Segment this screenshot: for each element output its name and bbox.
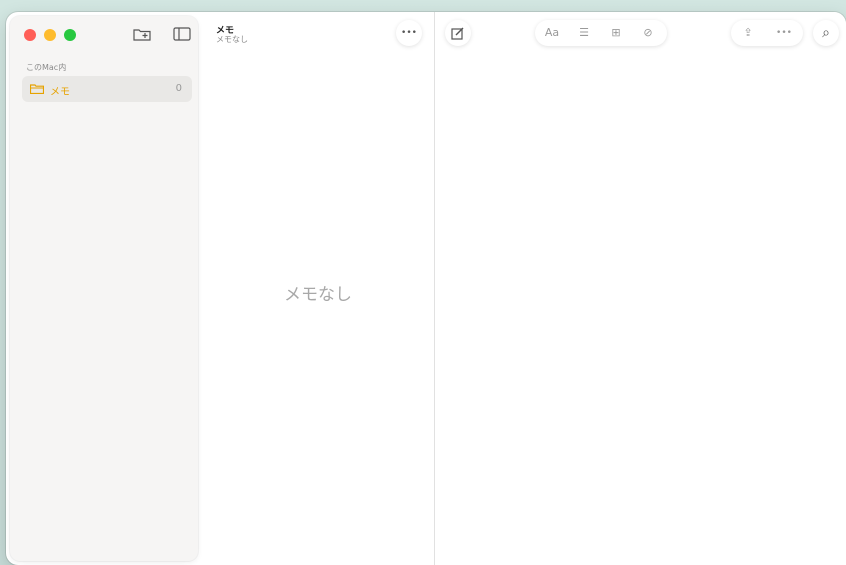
folder-count: 0	[175, 83, 182, 94]
new-folder-icon[interactable]	[132, 27, 152, 43]
empty-state-message: メモなし	[284, 285, 352, 305]
action-toolbar: ⇪ •••	[731, 20, 803, 46]
desktop-background: このMac内 メモ 0 メモ メモなし ••• メモなし Aa ☰ ⊞ ⊘ ⇪ …	[0, 0, 846, 565]
section-label: このMac内	[26, 63, 67, 72]
sidebar-toggle-icon[interactable]	[172, 27, 192, 43]
notes-window: このMac内 メモ 0 メモ メモなし ••• メモなし Aa ☰ ⊞ ⊘ ⇪ …	[6, 12, 846, 565]
more-icon[interactable]: •••	[775, 25, 793, 41]
search-button[interactable]: ⌕	[813, 20, 839, 46]
folder-icon	[30, 84, 44, 94]
zoom-window-button[interactable]	[64, 29, 76, 41]
checklist-icon[interactable]: ☰	[575, 25, 593, 41]
minimize-window-button[interactable]	[44, 29, 56, 41]
folder-item-notes[interactable]: メモ 0	[22, 76, 192, 102]
note-list-subtitle: メモなし	[216, 35, 248, 44]
table-icon[interactable]: ⊞	[607, 25, 625, 41]
note-list: メモ メモなし ••• メモなし	[202, 12, 434, 565]
close-window-button[interactable]	[24, 29, 36, 41]
compose-note-button[interactable]	[445, 20, 471, 46]
format-toolbar: Aa ☰ ⊞ ⊘	[535, 20, 667, 46]
editor-pane[interactable]: Aa ☰ ⊞ ⊘ ⇪ ••• ⌕	[435, 12, 846, 565]
more-options-button[interactable]: •••	[396, 20, 422, 46]
folder-name: メモ	[50, 87, 70, 98]
text-format-icon[interactable]: Aa	[543, 25, 561, 41]
share-icon[interactable]: ⇪	[739, 25, 757, 41]
sidebar: このMac内 メモ 0	[10, 16, 198, 561]
attachment-icon[interactable]: ⊘	[639, 25, 657, 41]
compose-icon	[451, 27, 464, 40]
